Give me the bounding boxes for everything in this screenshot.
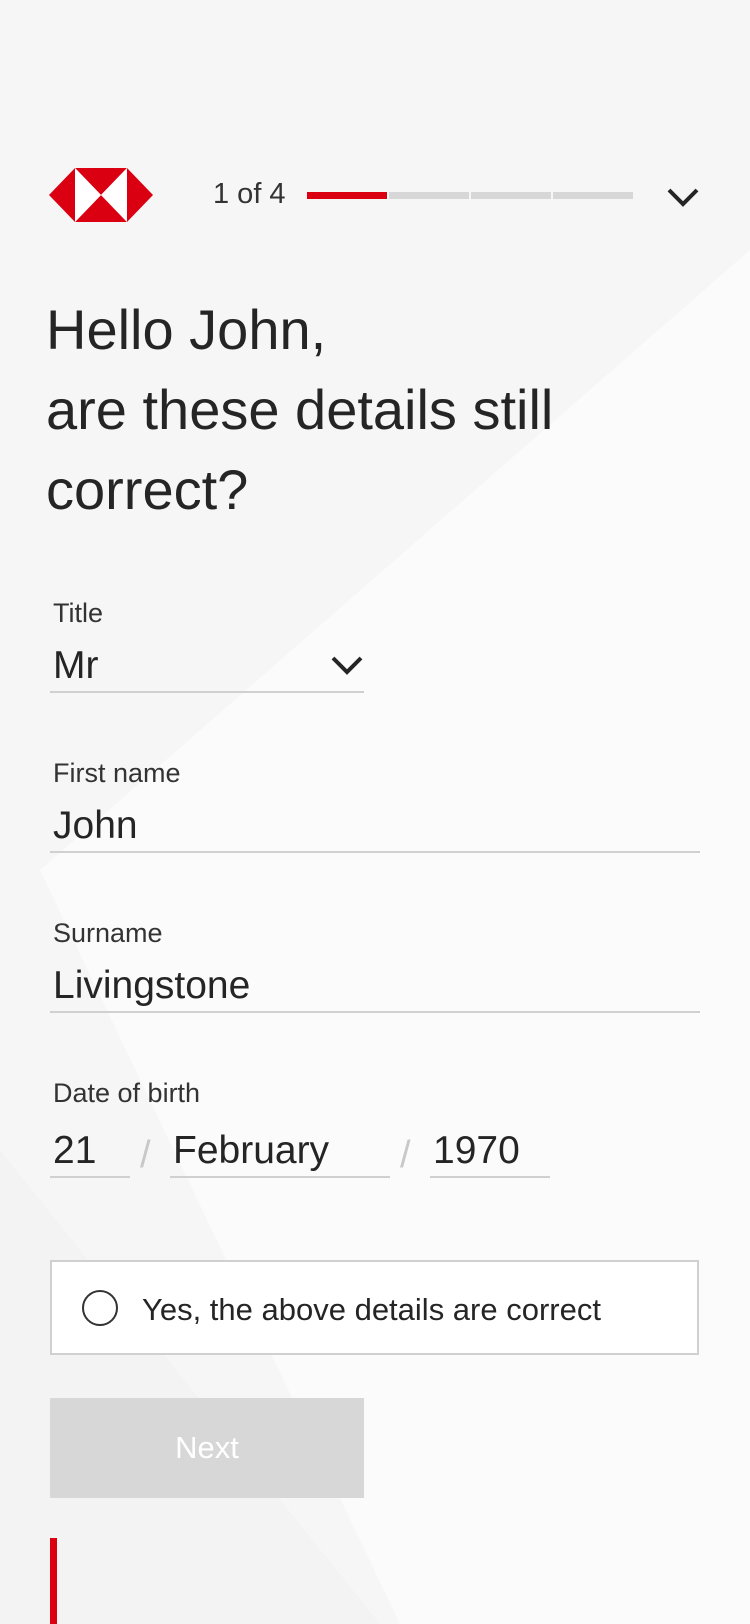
chevron-down-icon — [331, 656, 363, 675]
first-name-label: First name — [53, 758, 181, 788]
red-accent-bar — [50, 1538, 57, 1624]
page-title-line-1: Hello John, — [46, 298, 327, 361]
app-header: 1 of 4 — [49, 168, 701, 224]
title-value: Mr — [53, 644, 99, 687]
dob-year-wrap — [430, 1126, 550, 1178]
dob-month-input[interactable] — [170, 1126, 390, 1176]
progress-segment-2 — [389, 192, 469, 199]
first-name-field: First name — [50, 758, 700, 853]
confirm-details-option[interactable]: Yes, the above details are correct — [50, 1260, 699, 1355]
chevron-down-icon[interactable] — [665, 182, 701, 210]
dob-separator: / — [140, 1134, 151, 1176]
dob-separator: / — [400, 1134, 411, 1176]
first-name-underline — [50, 851, 700, 853]
radio-button-icon[interactable] — [82, 1290, 118, 1326]
first-name-input[interactable] — [50, 801, 700, 851]
title-field: Title Mr — [50, 598, 364, 693]
hsbc-hexagon-logo — [49, 168, 153, 222]
progress-segment-3 — [471, 192, 551, 199]
dob-label: Date of birth — [53, 1078, 201, 1108]
dob-day-underline — [50, 1176, 130, 1178]
confirm-details-label: Yes, the above details are correct — [142, 1292, 601, 1327]
dob-day-wrap — [50, 1126, 130, 1178]
title-underline — [50, 691, 364, 693]
page-title: Hello John, are these details still corr… — [46, 290, 666, 530]
step-indicator: 1 of 4 — [213, 178, 286, 210]
surname-underline — [50, 1011, 700, 1013]
progress-bar — [307, 192, 633, 199]
title-select[interactable]: Mr — [50, 641, 364, 691]
surname-input[interactable] — [50, 961, 700, 1011]
surname-field: Surname — [50, 918, 700, 1013]
dob-field: Date of birth — [50, 1078, 700, 1109]
dob-year-input[interactable] — [430, 1126, 550, 1176]
title-label: Title — [53, 598, 104, 628]
page-title-line-2: are these details still — [46, 378, 554, 441]
dob-month-wrap — [170, 1126, 390, 1178]
surname-label: Surname — [53, 918, 163, 948]
page-title-line-3: correct? — [46, 458, 249, 521]
dob-day-input[interactable] — [50, 1126, 130, 1176]
progress-segment-1 — [307, 192, 387, 199]
progress-segment-4 — [553, 192, 633, 199]
dob-year-underline — [430, 1176, 550, 1178]
dob-month-underline — [170, 1176, 390, 1178]
next-button[interactable]: Next — [50, 1398, 364, 1498]
